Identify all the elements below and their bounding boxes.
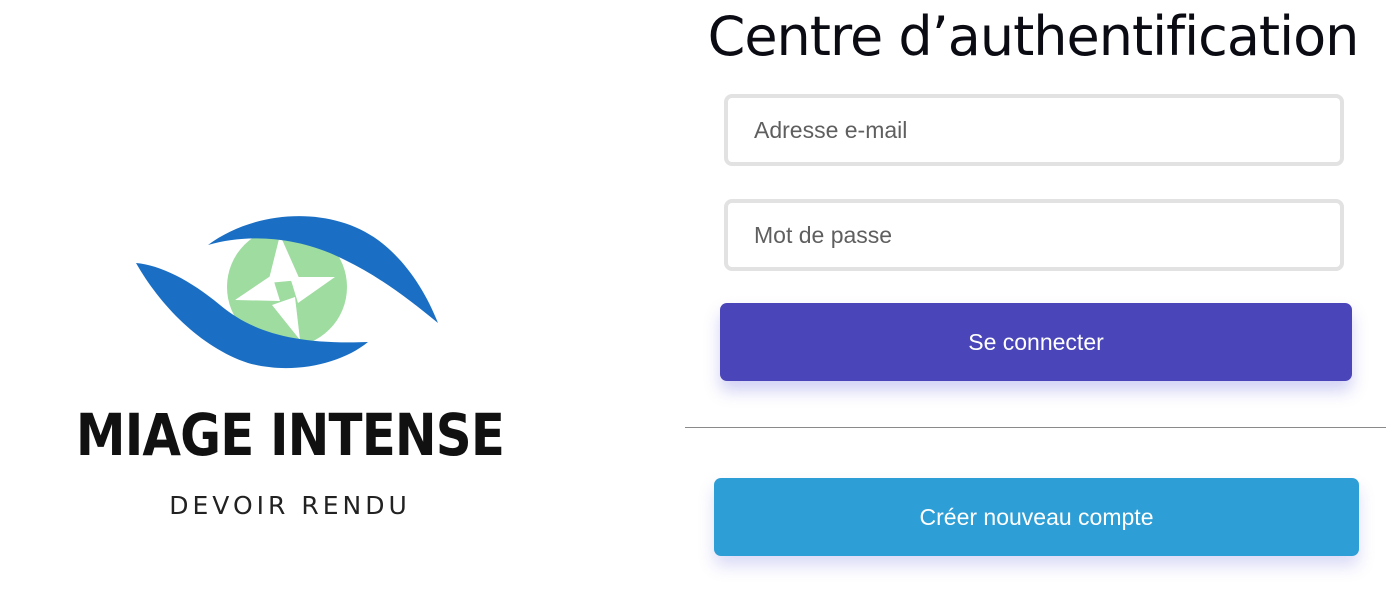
password-field[interactable] [728,203,1340,267]
divider [685,427,1386,428]
brand-name: MIAGE INTENSE [75,401,505,469]
email-field[interactable] [728,98,1340,162]
brand-panel: MIAGE INTENSE DEVOIR RENDU [0,0,580,598]
login-form: Centre d’authentification Se connecter C… [680,0,1386,598]
email-field-wrapper [724,94,1344,166]
eye-logo-icon [136,216,438,369]
page-title: Centre d’authentification [707,5,1360,68]
brand-tagline: DEVOIR RENDU [169,491,411,520]
login-button[interactable]: Se connecter [720,303,1352,381]
password-field-wrapper [724,199,1344,271]
create-account-button[interactable]: Créer nouveau compte [714,478,1359,556]
auth-page: MIAGE INTENSE DEVOIR RENDU Centre d’auth… [0,0,1386,598]
